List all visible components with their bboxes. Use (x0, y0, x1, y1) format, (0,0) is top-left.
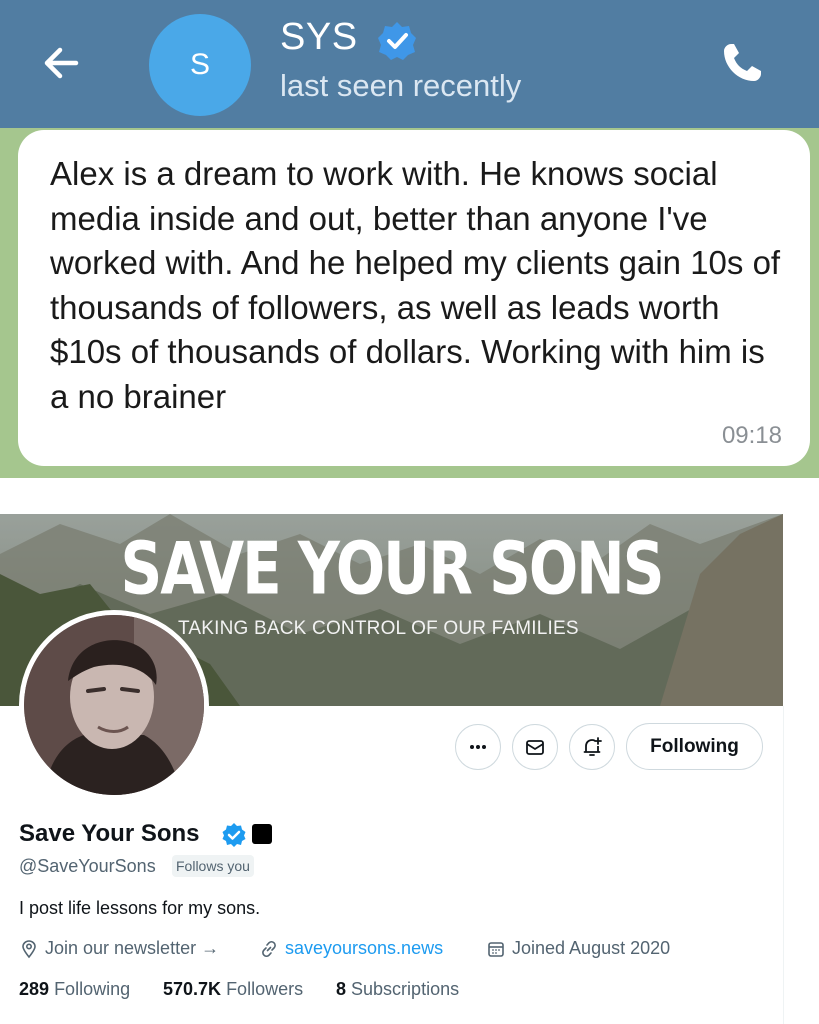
message-text: Alex is a dream to work with. He knows s… (50, 155, 781, 415)
notifications-button[interactable] (569, 724, 615, 770)
more-horizontal-icon (470, 745, 486, 749)
phone-icon[interactable] (717, 38, 767, 88)
followers-count: 570.7K (163, 979, 222, 999)
profile-column-border (783, 706, 784, 1024)
calendar-icon (488, 941, 504, 957)
subscriptions-label: Subscriptions (351, 979, 460, 999)
followers-stat[interactable]: 570.7K Followers (163, 979, 303, 1000)
avatar-initial: S (189, 48, 210, 81)
subscriptions-count: 8 (336, 979, 347, 999)
website-link[interactable]: saveyoursons.news (285, 938, 443, 959)
avatar-portrait-image (24, 615, 204, 795)
profile-joined: Joined August 2020 (486, 938, 670, 959)
subscriptions-stat[interactable]: 8 Subscriptions (336, 979, 459, 1000)
affiliate-badge-icon[interactable] (252, 824, 272, 844)
verified-badge-icon (378, 22, 416, 60)
joined-text: Joined August 2020 (512, 938, 671, 958)
following-count: 289 (19, 979, 50, 999)
profile-website[interactable]: saveyoursons.news (259, 938, 443, 959)
location-pin-icon (22, 939, 36, 958)
location-text: Join our newsletter → (45, 938, 220, 958)
message-bubble[interactable]: Alex is a dream to work with. He knows s… (18, 130, 810, 466)
profile-handle: @SaveYourSons (19, 856, 156, 876)
follows-you-badge: Follows you (172, 855, 254, 877)
banner-title: SAVE YOUR SONS (120, 526, 664, 611)
message-button[interactable] (512, 724, 558, 770)
telegram-chat-header: S SYS last seen recently (0, 0, 819, 128)
bell-plus-icon (583, 737, 602, 756)
profile-location: Join our newsletter → (19, 938, 219, 959)
following-stat[interactable]: 289 Following (19, 979, 130, 1000)
contact-status: last seen recently (280, 68, 522, 103)
following-label: Following (54, 979, 131, 999)
profile-bio: I post life lessons for my sons. (19, 898, 261, 918)
contact-avatar[interactable]: S (149, 14, 251, 116)
contact-name[interactable]: SYS (280, 16, 358, 59)
banner-subtitle: TAKING BACK CONTROL OF OUR FAMILIES (178, 618, 579, 639)
more-button[interactable] (455, 724, 501, 770)
following-button[interactable]: Following (626, 723, 763, 770)
message-time: 09:18 (721, 422, 782, 449)
profile-display-name: Save Your Sons (19, 820, 200, 847)
envelope-icon (526, 740, 544, 755)
profile-avatar[interactable] (19, 610, 209, 800)
verified-badge-icon[interactable] (221, 822, 247, 848)
followers-label: Followers (226, 979, 304, 999)
back-arrow-icon[interactable] (38, 40, 84, 86)
link-icon (262, 940, 276, 957)
